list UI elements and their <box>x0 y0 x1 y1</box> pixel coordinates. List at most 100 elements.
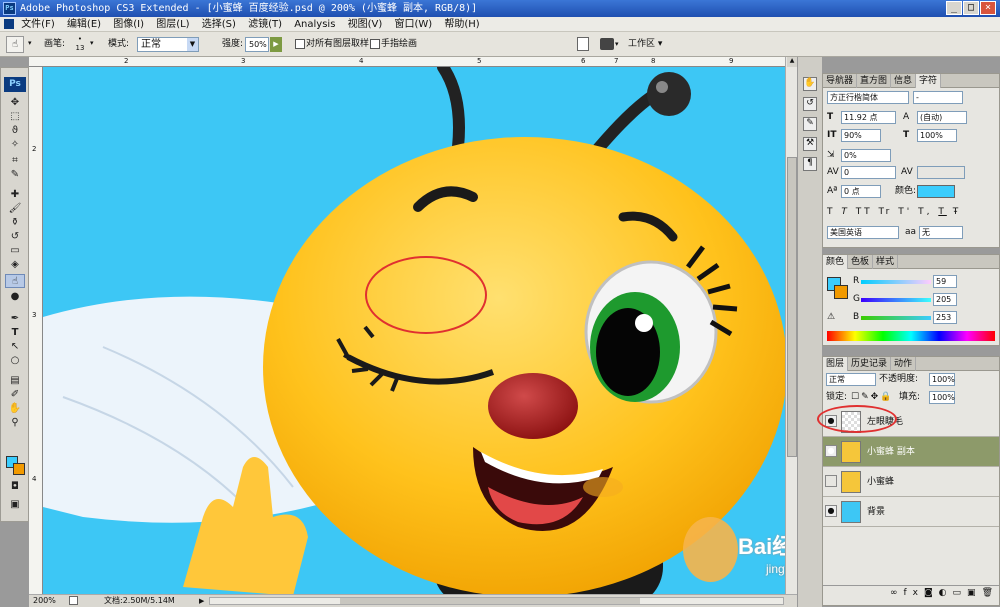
clone-stamp-icon[interactable]: ⚱ <box>5 216 25 230</box>
palette-icon[interactable] <box>577 37 589 51</box>
mask-icon[interactable]: ◙ <box>924 588 939 598</box>
slice-tool-icon[interactable]: ✎ <box>5 168 25 182</box>
screen-mode-icon[interactable]: ▣ <box>5 498 25 512</box>
tracking-field[interactable] <box>917 166 965 179</box>
tool-preset-dropdown[interactable]: ▾ <box>28 39 32 47</box>
menu-image[interactable]: 图像(I) <box>113 19 144 30</box>
all-caps-button[interactable]: TT <box>856 207 873 217</box>
strength-slider-button[interactable]: ▶ <box>270 37 282 52</box>
mode-select[interactable]: 正常 ▼ <box>137 37 199 52</box>
faux-italic-button[interactable]: T <box>841 207 850 217</box>
lasso-tool-icon[interactable]: ϑ <box>5 124 25 138</box>
tab-history[interactable]: 历史记录 <box>848 357 892 371</box>
small-caps-button[interactable]: Tr <box>878 207 892 217</box>
faux-bold-button[interactable]: T <box>827 207 836 217</box>
b-slider[interactable] <box>861 316 931 320</box>
opacity-field[interactable]: 100% <box>929 373 955 386</box>
quick-mask-icon[interactable]: ◘ <box>5 480 25 494</box>
shape-tool-icon[interactable]: ○ <box>5 354 25 368</box>
tab-character[interactable]: 字符 <box>916 74 942 88</box>
tab-styles[interactable]: 样式 <box>873 255 899 269</box>
kerning-field[interactable]: 0 <box>841 166 896 179</box>
paragraph-icon[interactable]: ¶ <box>803 157 817 171</box>
group-icon[interactable]: ▭ <box>953 588 968 598</box>
warning-icon[interactable]: ⚠ <box>827 311 835 323</box>
tab-layers[interactable]: 图层 <box>823 357 849 371</box>
document-canvas[interactable]: Bai经验 jingyan.baidu.com <box>43 67 785 596</box>
horizontal-scrollbar[interactable] <box>209 597 784 605</box>
navigator-icon[interactable]: ✋ <box>803 77 817 91</box>
g-slider[interactable] <box>861 298 931 302</box>
eye-off-icon[interactable] <box>825 475 837 487</box>
leading-field[interactable]: (自动) <box>917 111 967 124</box>
minimize-button[interactable]: _ <box>946 1 962 15</box>
layer-row-bee-copy[interactable]: ● 小蜜蜂 副本 <box>823 437 999 467</box>
healing-brush-icon[interactable]: ✚ <box>5 188 25 202</box>
smudge-tool-icon[interactable]: ☝ <box>6 36 24 53</box>
zoom-level[interactable]: 200% <box>33 595 56 607</box>
g-value[interactable]: 205 <box>933 293 957 306</box>
underline-button[interactable]: T <box>938 207 947 217</box>
scroll-thumb[interactable] <box>787 157 797 457</box>
menu-view[interactable]: 视图(V) <box>348 19 383 30</box>
r-slider[interactable] <box>861 280 931 284</box>
menu-edit[interactable]: 编辑(E) <box>67 19 101 30</box>
menu-window[interactable]: 窗口(W) <box>394 19 432 30</box>
tab-actions[interactable]: 动作 <box>891 357 917 371</box>
language-select[interactable]: 美国英语 <box>827 226 899 239</box>
workspace-button[interactable]: 工作区 ▾ <box>628 38 662 50</box>
color-spectrum-bar[interactable] <box>827 331 995 341</box>
bg-color-swatch[interactable] <box>834 285 848 299</box>
b-value[interactable]: 253 <box>933 311 957 324</box>
brush-tool-icon[interactable]: 🖌 <box>5 202 25 216</box>
type-tool-icon[interactable]: T <box>5 326 25 340</box>
zoom-tool-icon[interactable]: ⚲ <box>5 416 25 430</box>
text-color-swatch[interactable] <box>917 185 955 198</box>
layer-row-background[interactable]: ● 背景 <box>823 497 999 527</box>
r-value[interactable]: 59 <box>933 275 957 288</box>
baseline-field[interactable]: 0 点 <box>841 185 881 198</box>
scroll-up-icon[interactable]: ▲ <box>787 57 797 67</box>
font-size-field[interactable]: 11.92 点 <box>841 111 896 124</box>
menu-help[interactable]: 帮助(H) <box>444 19 479 30</box>
move-tool-icon[interactable]: ✥ <box>5 96 25 110</box>
marquee-tool-icon[interactable]: ⬚ <box>5 110 25 124</box>
magic-wand-icon[interactable]: ✧ <box>5 138 25 152</box>
hand-tool-icon[interactable]: ✋ <box>5 402 25 416</box>
menu-select[interactable]: 选择(S) <box>202 19 236 30</box>
strength-field[interactable]: 50% <box>245 37 269 52</box>
dodge-tool-icon[interactable]: ● <box>5 290 25 304</box>
pen-tool-icon[interactable]: ✒ <box>5 312 25 326</box>
menu-file[interactable]: 文件(F) <box>21 19 55 30</box>
brush-picker[interactable]: • 13 <box>70 35 90 54</box>
status-icon[interactable] <box>69 596 78 605</box>
eye-icon[interactable]: ● <box>825 445 837 457</box>
vertical-scrollbar[interactable]: ▲ <box>785 57 797 596</box>
eye-icon[interactable]: ● <box>825 505 837 517</box>
chevron-down-icon[interactable]: ▾ <box>615 40 619 48</box>
tsume-field[interactable]: 0% <box>841 149 891 162</box>
background-color-swatch[interactable] <box>13 463 25 475</box>
tab-swatches[interactable]: 色板 <box>848 255 874 269</box>
eraser-tool-icon[interactable]: ▭ <box>5 244 25 258</box>
smudge-tool-icon[interactable]: ☝ <box>5 274 25 288</box>
menu-filter[interactable]: 滤镜(T) <box>248 19 282 30</box>
adjustment-icon[interactable]: ◐ <box>939 588 953 598</box>
tool-presets-icon[interactable]: ⚒ <box>803 137 817 151</box>
brushes-icon[interactable]: ✎ <box>803 117 817 131</box>
tab-color[interactable]: 颜色 <box>823 255 849 269</box>
fill-field[interactable]: 100% <box>929 391 955 404</box>
font-style-select[interactable]: - <box>913 91 963 104</box>
brush-dropdown-icon[interactable]: ▾ <box>90 39 94 47</box>
strikethrough-button[interactable]: Ŧ <box>953 207 962 217</box>
finger-paint-checkbox[interactable] <box>370 39 380 49</box>
path-select-icon[interactable]: ↖ <box>5 340 25 354</box>
tab-navigator[interactable]: 导航器 <box>823 74 858 88</box>
new-layer-icon[interactable]: ▣ <box>967 588 982 598</box>
font-family-select[interactable]: 方正行楷简体 <box>827 91 909 104</box>
link-icon[interactable]: ∞ <box>890 588 904 598</box>
eyedropper-icon[interactable]: ✐ <box>5 388 25 402</box>
camera-icon[interactable] <box>600 38 614 50</box>
history-brush-icon[interactable]: ↺ <box>5 230 25 244</box>
lock-icons[interactable]: ☐✎✥🔒 <box>851 391 893 403</box>
